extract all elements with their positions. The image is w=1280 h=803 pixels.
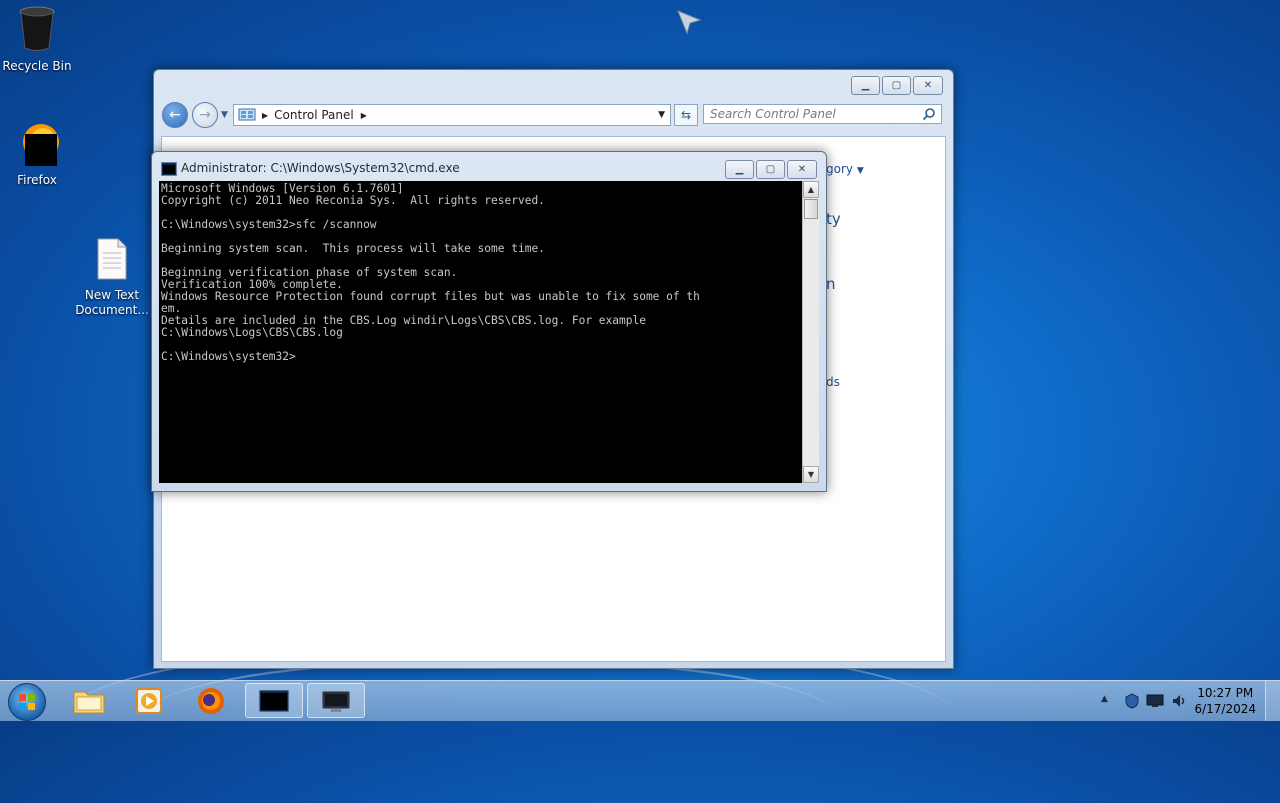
show-desktop-button[interactable] <box>1265 681 1280 721</box>
minimize-button[interactable]: ▁ <box>851 76 880 95</box>
category-link-fragment[interactable]: ty <box>826 210 841 228</box>
desktop-icon-firefox[interactable]: Firefox <box>0 120 76 188</box>
search-input[interactable]: Search Control Panel <box>703 104 942 124</box>
maximize-icon: ▢ <box>891 80 902 91</box>
console-output[interactable]: Microsoft Windows [Version 6.1.7601] Cop… <box>159 181 802 483</box>
breadcrumb-separator-icon[interactable]: ▶ <box>361 111 367 120</box>
refresh-button[interactable]: ⇆ <box>674 104 698 126</box>
desktop-icon-label: Firefox <box>17 173 57 187</box>
system-clock[interactable]: 10:27 PM 6/17/2024 <box>1194 685 1256 717</box>
windows-logo-icon <box>19 694 35 710</box>
maximize-icon: ▢ <box>765 164 776 175</box>
forward-button[interactable]: → <box>192 102 218 128</box>
volume-icon[interactable] <box>1171 693 1189 709</box>
media-player-icon <box>136 687 162 714</box>
taskbar-explorer[interactable] <box>60 683 118 718</box>
recycle-bin-icon <box>19 6 55 51</box>
mouse-cursor-icon <box>677 10 702 35</box>
back-arrow-icon: ← <box>169 107 181 123</box>
back-button[interactable]: ← <box>162 102 188 128</box>
text-document-icon <box>97 238 127 280</box>
scroll-down-button[interactable]: ▼ <box>803 466 819 483</box>
caption-buttons: ▁ ▢ ✕ <box>851 76 943 95</box>
firefox-icon <box>198 687 224 714</box>
minimize-icon: ▁ <box>735 164 744 175</box>
scroll-up-button[interactable]: ▲ <box>803 181 819 198</box>
taskbar-cmd[interactable] <box>245 683 303 718</box>
maximize-button[interactable]: ▢ <box>756 160 785 179</box>
caption-buttons: ▁ ▢ ✕ <box>725 160 817 179</box>
close-icon: ✕ <box>797 164 807 175</box>
cmd-icon <box>258 689 290 712</box>
taskbar-firefox[interactable] <box>182 683 240 718</box>
forward-arrow-icon: → <box>199 107 211 123</box>
taskbar: ▲ 10:27 PM 6/17/2024 <box>0 680 1280 721</box>
close-icon: ✕ <box>923 80 933 91</box>
desktop-icon-label: Document... <box>75 303 149 317</box>
cmd-window: Administrator: C:\Windows\System32\cmd.e… <box>151 151 827 492</box>
category-link-fragment[interactable]: ds <box>826 375 840 389</box>
address-dropdown-icon[interactable]: ▼ <box>658 110 665 120</box>
firefox-icon <box>23 124 59 166</box>
vertical-scrollbar[interactable]: ▲ ▼ <box>802 181 819 483</box>
desktop-icon-recycle-bin[interactable]: Recycle Bin <box>0 6 76 74</box>
desktop-icon-label: New Text <box>84 288 140 302</box>
desktop-icon-label: Recycle Bin <box>2 59 72 73</box>
minimize-button[interactable]: ▁ <box>725 160 754 179</box>
search-placeholder: Search Control Panel <box>710 107 836 121</box>
control-panel-icon <box>321 690 351 712</box>
action-center-icon[interactable] <box>1125 693 1139 709</box>
address-bar[interactable]: ▶ Control Panel ▶ ▼ <box>233 104 671 126</box>
clock-date: 6/17/2024 <box>1194 702 1256 716</box>
taskbar-media-player[interactable] <box>120 683 178 718</box>
desktop-icon-new-text-document[interactable]: New Text Document... <box>73 237 151 318</box>
navigation-bar: ← → ▼ ▶ Control Panel ▶ ▼ ⇆ Search Contr… <box>162 102 945 128</box>
clock-time: 10:27 PM <box>1197 686 1254 700</box>
scroll-down-icon: ▼ <box>807 470 815 479</box>
start-button[interactable] <box>8 683 46 721</box>
taskbar-control-panel[interactable] <box>307 683 365 718</box>
console-text: Microsoft Windows [Version 6.1.7601] Cop… <box>161 182 700 363</box>
close-button[interactable]: ✕ <box>787 160 817 179</box>
scroll-up-icon: ▲ <box>807 185 815 194</box>
breadcrumb-control-panel[interactable]: Control Panel <box>274 108 354 122</box>
scroll-thumb[interactable] <box>804 199 818 219</box>
category-link-fragment[interactable]: n <box>826 275 836 293</box>
network-icon[interactable] <box>1146 694 1164 708</box>
view-by-category-dropdown[interactable]: gory ▼ <box>826 162 864 176</box>
control-panel-icon <box>238 108 256 121</box>
cmd-window-icon <box>161 162 177 176</box>
recent-pages-dropdown-icon[interactable]: ▼ <box>221 110 228 120</box>
chevron-down-icon: ▼ <box>856 166 864 176</box>
window-title: Administrator: C:\Windows\System32\cmd.e… <box>181 161 460 175</box>
minimize-icon: ▁ <box>861 80 870 91</box>
breadcrumb-separator-icon[interactable]: ▶ <box>262 111 268 120</box>
maximize-button[interactable]: ▢ <box>882 76 911 95</box>
search-icon <box>922 108 935 121</box>
close-button[interactable]: ✕ <box>913 76 943 95</box>
show-hidden-icons-button[interactable]: ▲ <box>1101 694 1108 704</box>
folder-icon <box>73 691 105 713</box>
refresh-icon: ⇆ <box>680 108 692 122</box>
